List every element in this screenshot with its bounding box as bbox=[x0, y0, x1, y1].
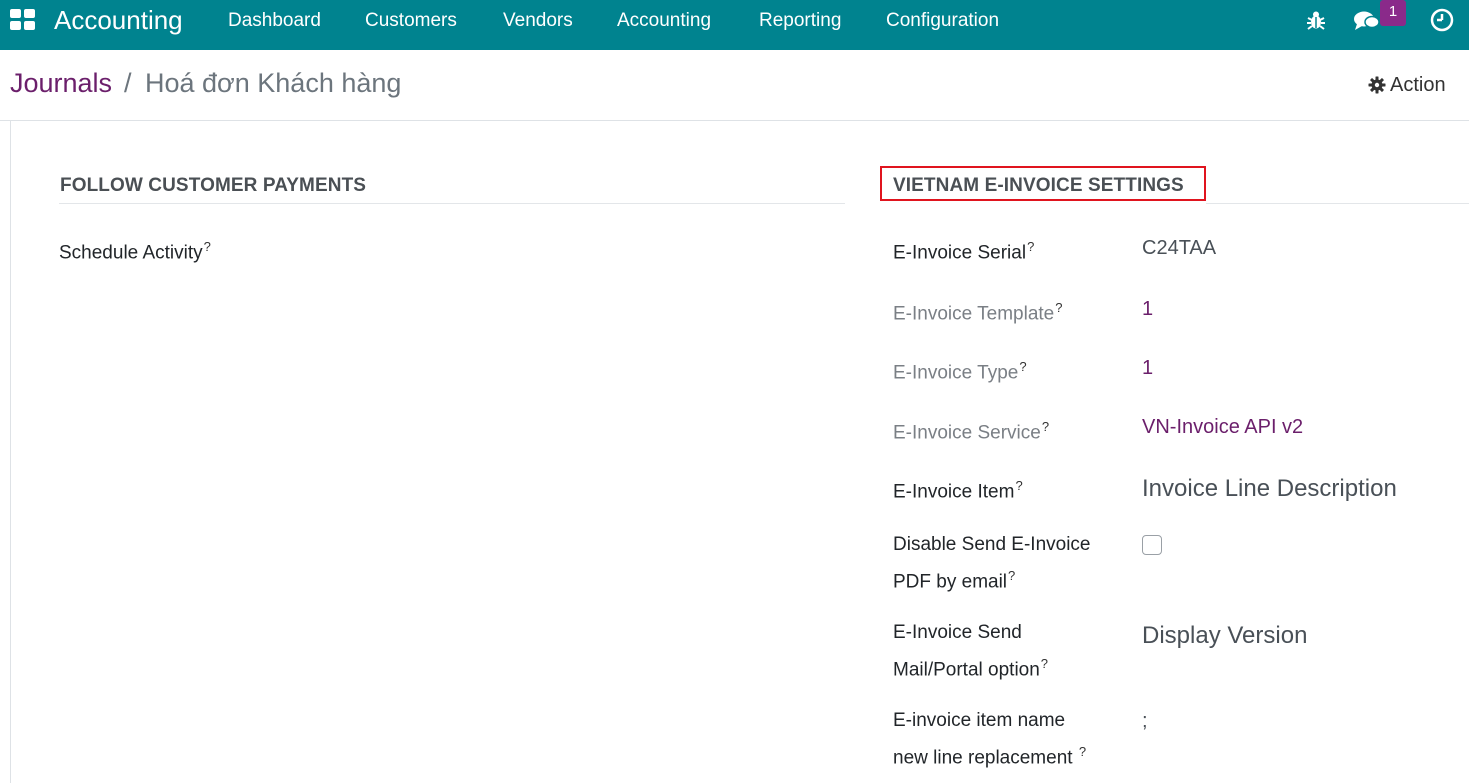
app-title[interactable]: Accounting bbox=[54, 5, 183, 36]
einvoice-service-value[interactable]: VN-Invoice API v2 bbox=[1142, 416, 1303, 439]
help-tooltip[interactable]: ? bbox=[1019, 359, 1026, 374]
einvoice-template-value[interactable]: 1 bbox=[1142, 298, 1153, 321]
top-navbar: Accounting Dashboard Customers Vendors A… bbox=[0, 0, 1469, 50]
bug-icon[interactable] bbox=[1305, 9, 1327, 36]
help-tooltip[interactable]: ? bbox=[1015, 478, 1022, 493]
sheet-left-border bbox=[0, 121, 11, 783]
einvoice-serial-label: E-Invoice Serial? bbox=[893, 239, 1035, 264]
menu-customers[interactable]: Customers bbox=[365, 10, 457, 32]
disable-send-pdf-label: Disable Send E-Invoice PDF by email? bbox=[893, 534, 1091, 593]
disable-send-pdf-checkbox[interactable] bbox=[1142, 535, 1162, 555]
send-mail-portal-label: E-Invoice Send Mail/Portal option? bbox=[893, 622, 1049, 681]
menu-accounting[interactable]: Accounting bbox=[617, 10, 711, 32]
section-separator bbox=[1206, 203, 1469, 204]
control-panel: Journals / Hoá đơn Khách hàng Action bbox=[0, 50, 1469, 121]
chat-icon[interactable] bbox=[1353, 9, 1381, 38]
einvoice-type-label: E-Invoice Type? bbox=[893, 359, 1027, 384]
menu-dashboard[interactable]: Dashboard bbox=[228, 10, 321, 32]
schedule-activity-label: Schedule Activity? bbox=[59, 239, 211, 264]
menu-configuration[interactable]: Configuration bbox=[886, 10, 999, 32]
clock-icon[interactable] bbox=[1430, 8, 1454, 37]
einvoice-item-value[interactable]: Invoice Line Description bbox=[1142, 475, 1397, 503]
follow-payments-title: FOLLOW CUSTOMER PAYMENTS bbox=[60, 175, 367, 196]
help-tooltip[interactable]: ? bbox=[1027, 239, 1034, 254]
einvoice-template-label: E-Invoice Template? bbox=[893, 300, 1063, 325]
send-mail-portal-value[interactable]: Display Version bbox=[1142, 622, 1307, 650]
einvoice-serial-value[interactable]: C24TAA bbox=[1142, 237, 1216, 260]
menu-reporting[interactable]: Reporting bbox=[759, 10, 841, 32]
einvoice-type-value[interactable]: 1 bbox=[1142, 357, 1153, 380]
newline-replacement-value[interactable]: ; bbox=[1142, 710, 1148, 733]
newline-replacement-label: E-invoice item name new line replacement … bbox=[893, 710, 1087, 769]
apps-grid-icon[interactable] bbox=[10, 9, 36, 31]
menu-vendors[interactable]: Vendors bbox=[503, 10, 573, 32]
action-label: Action bbox=[1390, 74, 1446, 96]
section-separator bbox=[59, 203, 845, 204]
breadcrumb-journals[interactable]: Journals bbox=[10, 68, 112, 99]
breadcrumb-current: Hoá đơn Khách hàng bbox=[145, 68, 402, 98]
help-tooltip[interactable]: ? bbox=[1041, 656, 1048, 671]
highlight-box bbox=[880, 166, 1206, 201]
messages-count-badge: 1 bbox=[1380, 0, 1406, 26]
action-button[interactable]: Action bbox=[1368, 74, 1446, 97]
help-tooltip[interactable]: ? bbox=[1008, 568, 1015, 583]
help-tooltip[interactable]: ? bbox=[1042, 419, 1049, 434]
breadcrumb-separator: / bbox=[124, 68, 132, 98]
help-tooltip[interactable]: ? bbox=[1079, 744, 1086, 759]
einvoice-item-label: E-Invoice Item? bbox=[893, 478, 1023, 503]
einvoice-service-label: E-Invoice Service? bbox=[893, 419, 1050, 444]
help-tooltip[interactable]: ? bbox=[204, 239, 211, 254]
gear-icon bbox=[1368, 76, 1386, 94]
help-tooltip[interactable]: ? bbox=[1055, 300, 1062, 315]
